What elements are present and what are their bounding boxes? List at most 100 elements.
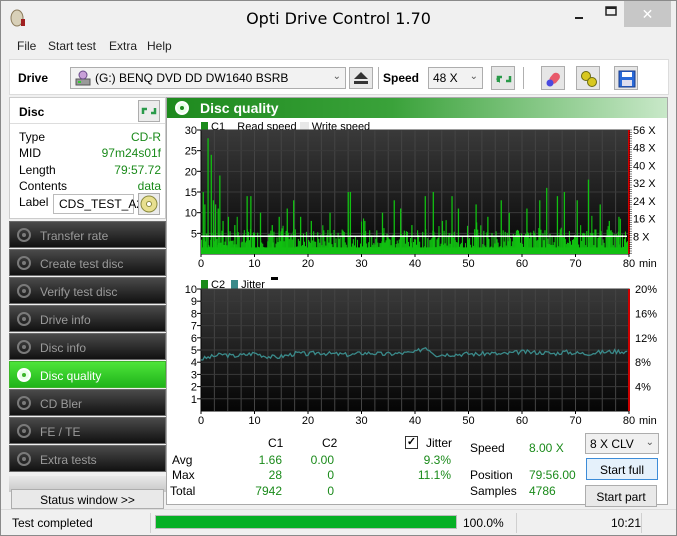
x-tick-label: 20 bbox=[302, 258, 314, 270]
drive-select[interactable]: (G:) BENQ DVD DD DW1640 BSRB ⌄ bbox=[70, 67, 346, 89]
speed-select[interactable]: 48 X ⌄ bbox=[428, 67, 483, 89]
y-tick-label: 15 bbox=[185, 187, 197, 199]
nav-verify-test-disc[interactable]: Verify test disc bbox=[9, 277, 166, 304]
disc-length-value: 79:57.72 bbox=[114, 163, 161, 177]
disc-refresh-button[interactable] bbox=[138, 100, 160, 122]
stats-total-c2: 0 bbox=[327, 484, 334, 498]
speed-label: Speed bbox=[470, 441, 505, 455]
c1-peak-bar bbox=[587, 179, 590, 254]
disc-length-key: Length bbox=[19, 163, 56, 177]
nav-extra-tests[interactable]: Extra tests bbox=[9, 445, 166, 472]
erase-button[interactable] bbox=[541, 66, 565, 90]
y-tick-label: 20 bbox=[185, 166, 197, 178]
c1-peak-bar bbox=[400, 208, 402, 254]
menu-extra[interactable]: Extra bbox=[109, 39, 137, 53]
c2-jitter-chart: 123456789104%8%12%16%20%0 10 20 30 40 50 60 70 8… bbox=[185, 284, 657, 427]
c1-peak-bar bbox=[381, 212, 384, 254]
c1-peak-bar bbox=[202, 192, 204, 254]
x-tick-label: 40 bbox=[409, 415, 421, 427]
x-tick-label: 30 bbox=[355, 258, 367, 270]
disc-header: Disc bbox=[10, 98, 165, 124]
disc-title: Disc bbox=[19, 105, 45, 119]
verify-disc-icon bbox=[17, 284, 31, 298]
x-tick-label: 80 bbox=[623, 415, 635, 427]
start-full-button[interactable]: Start full bbox=[586, 458, 658, 480]
c1-peak-bar bbox=[599, 204, 601, 254]
nav-transfer-rate[interactable]: Transfer rate bbox=[9, 221, 166, 248]
disc-mid-value: 97m24s01f bbox=[101, 146, 161, 160]
y2-tick-label: 16 X bbox=[633, 214, 656, 226]
stats-avg-c1: 1.66 bbox=[258, 453, 282, 467]
y2-tick-label: 8 X bbox=[633, 231, 650, 243]
eraser-icon bbox=[546, 72, 560, 87]
toolbar-divider bbox=[523, 67, 524, 89]
c1-peak-bar bbox=[278, 216, 280, 254]
c1-peak-bar bbox=[204, 204, 206, 254]
c1-peak-bar bbox=[576, 200, 578, 254]
c1-peak-bar bbox=[214, 204, 217, 254]
extra-tests-icon bbox=[17, 452, 31, 466]
y-tick-label: 5 bbox=[191, 345, 197, 357]
disc-label-button[interactable] bbox=[138, 193, 160, 215]
x-tick-label: 30 bbox=[355, 415, 367, 427]
y-tick-label: 7 bbox=[191, 321, 197, 333]
start-part-button[interactable]: Start part bbox=[585, 485, 657, 507]
drive-value: (G:) BENQ DVD DD DW1640 BSRB bbox=[95, 71, 289, 85]
position-value: 79:56.00 bbox=[529, 468, 576, 482]
drive-icon bbox=[75, 70, 91, 86]
settings-button[interactable] bbox=[576, 66, 600, 90]
nav-disc-quality[interactable]: Disc quality bbox=[9, 361, 166, 388]
disc-type-row: Type CD-R bbox=[19, 130, 161, 145]
disc-mid-row: MID 97m24s01f bbox=[19, 146, 161, 161]
menu-start-test[interactable]: Start test bbox=[48, 39, 96, 53]
y2-tick-label: 48 X bbox=[633, 143, 656, 155]
c1-peak-bar bbox=[608, 220, 610, 254]
y-tick-label: 4 bbox=[191, 357, 197, 369]
y-tick-label: 10 bbox=[185, 208, 197, 220]
drive-label: Drive bbox=[18, 71, 49, 85]
stats-total-c1: 7942 bbox=[255, 484, 282, 498]
disc-contents-key: Contents bbox=[19, 179, 68, 193]
y-tick-label: 2 bbox=[191, 382, 197, 394]
disc-quality-icon bbox=[17, 368, 31, 382]
x-tick-label: 50 bbox=[462, 258, 474, 270]
test-speed-select[interactable]: 8 X CLV ⌄ bbox=[585, 433, 659, 454]
y2-tick-label: 56 X bbox=[633, 125, 656, 137]
eject-button[interactable] bbox=[349, 67, 373, 89]
drive-info-icon bbox=[17, 312, 31, 326]
nav-cd-bler[interactable]: CD Bler bbox=[9, 389, 166, 416]
nav-create-test-disc[interactable]: Create test disc bbox=[9, 249, 166, 276]
close-button[interactable]: ✕ bbox=[624, 1, 671, 27]
c1-peak-bar bbox=[393, 200, 395, 254]
disc-info-icon bbox=[17, 340, 31, 354]
disc-mid-key: MID bbox=[19, 146, 41, 160]
y-tick-label: 8 bbox=[191, 308, 197, 320]
stats-avg-jitter: 9.3% bbox=[423, 453, 451, 467]
stats-avg-label: Avg bbox=[172, 453, 193, 467]
refresh-button[interactable] bbox=[491, 66, 515, 90]
save-button[interactable] bbox=[614, 66, 638, 90]
position-label: Position bbox=[470, 468, 513, 482]
jitter-checkbox[interactable]: ✓ bbox=[405, 436, 418, 449]
c1-peak-bar bbox=[299, 216, 302, 254]
minimize-button[interactable] bbox=[561, 1, 595, 27]
y-tick-label: 6 bbox=[191, 333, 197, 345]
menu-help[interactable]: Help bbox=[147, 39, 172, 53]
disc-label-input[interactable]: CDS_TEST_A2 bbox=[53, 194, 143, 214]
x-tick-label: 0 bbox=[198, 258, 204, 270]
menu-file[interactable]: File bbox=[17, 39, 36, 53]
nav-disc-info[interactable]: Disc info bbox=[9, 333, 166, 360]
refresh-icon bbox=[496, 75, 512, 83]
status-window-button[interactable]: Status window >> bbox=[11, 489, 164, 509]
c1-peak-bar bbox=[310, 220, 312, 254]
c1-peak-bar bbox=[475, 204, 477, 254]
c1-peak-bar bbox=[457, 208, 460, 254]
y-tick-label: 25 bbox=[185, 146, 197, 158]
y-tick-label: 1 bbox=[191, 394, 197, 406]
nav-fe-te[interactable]: FE / TE bbox=[9, 417, 166, 444]
nav-label: Extra tests bbox=[40, 453, 97, 467]
stats-col-c1: C1 bbox=[268, 436, 284, 450]
nav-drive-info[interactable]: Drive info bbox=[9, 305, 166, 332]
stats-col-jitter: Jitter bbox=[426, 436, 453, 450]
nav-label: Create test disc bbox=[40, 257, 124, 271]
